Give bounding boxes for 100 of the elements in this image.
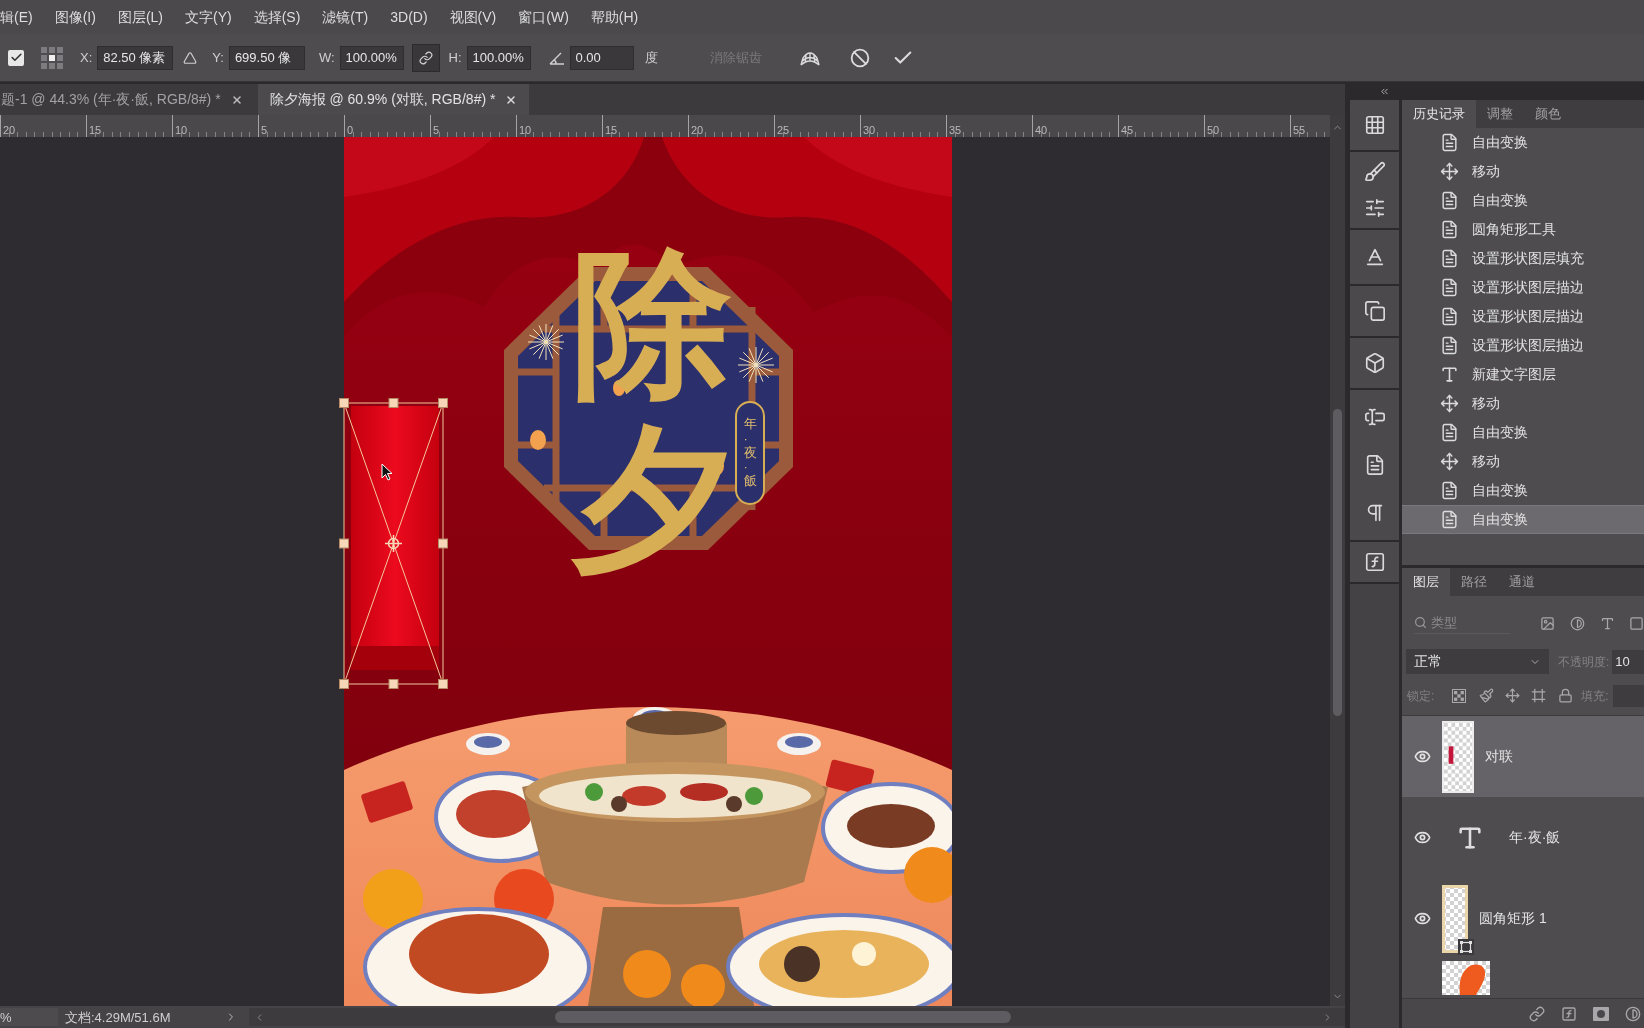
history-step[interactable]: 设置形状图层描边 [1402,331,1644,360]
layer-row[interactable]: 对联 [1402,716,1644,797]
transform-handle[interactable] [339,398,349,408]
lock-artboard-icon[interactable] [1531,688,1547,703]
lock-move-icon[interactable] [1505,688,1521,703]
image-filter-icon[interactable] [1540,615,1555,631]
brush-icon[interactable] [1363,161,1386,183]
input-field[interactable]: 100.00% [339,45,404,70]
function-icon[interactable] [1561,1005,1577,1022]
document-icon [1440,220,1459,239]
poster-subtitle: 年·夜·飯 [735,401,765,505]
reference-point-icon[interactable] [384,534,403,553]
transform-handle[interactable] [438,398,448,408]
menu-item[interactable]: 帮助(H) [590,10,639,24]
zoom-field[interactable]: % [0,1008,58,1026]
panel-tab[interactable]: 调整 [1476,100,1524,128]
blend-mode-dropdown[interactable]: 正常 [1406,649,1549,674]
menu-item[interactable]: 视图(V) [449,10,497,24]
eye-icon[interactable] [1413,910,1431,927]
menu-item[interactable]: 图层(L) [117,10,163,24]
lock-brush-icon[interactable] [1479,688,1495,703]
horizontal-scrollbar[interactable] [248,1008,1345,1026]
menu-item[interactable]: 文字(Y) [185,10,232,24]
eye-icon[interactable] [1413,748,1431,765]
input-field[interactable]: 699.50 像 [228,45,305,70]
input-field[interactable]: 0.00 [569,45,634,70]
menu-item[interactable]: 窗口(W) [518,10,569,24]
transform-handle[interactable] [438,538,448,549]
history-step[interactable]: 自由变换 [1402,418,1644,447]
ruler-number: 15 [89,124,102,136]
menu-item[interactable]: 选择(S) [253,10,301,24]
contrast-icon[interactable] [1625,1005,1641,1022]
scrollbar-thumb[interactable] [1333,409,1342,716]
scrollbar-thumb[interactable] [554,1011,1011,1023]
panel-tab[interactable]: 图层 [1402,568,1450,596]
panel-tab[interactable]: 历史记录 [1402,100,1476,128]
link-icon[interactable] [1529,1005,1545,1022]
shape-filter-icon[interactable] [1629,615,1644,631]
search-icon [1414,616,1427,629]
type-filter-icon[interactable] [1600,615,1615,631]
history-step[interactable]: 设置形状图层填充 [1402,244,1644,273]
layer-row[interactable]: 圆角矩形 1 [1402,878,1644,959]
transform-handle[interactable] [388,398,399,408]
reference-point-checkbox[interactable] [8,49,24,66]
ruler-number: 5 [433,124,440,136]
ruler-number: 50 [1207,124,1220,136]
history-step[interactable]: 自由变换 [1402,476,1644,505]
history-step[interactable]: 设置形状图层描边 [1402,273,1644,302]
lock-icon[interactable] [1558,688,1574,703]
document-tab[interactable]: 除夕海报 @ 60.9% (对联, RGB/8#) * [257,84,530,115]
history-step[interactable]: 设置形状图层描边 [1402,302,1644,331]
lock-transparency-icon[interactable] [1452,688,1467,703]
panel-tab[interactable]: 颜色 [1524,100,1572,128]
scroll-right-icon[interactable] [1322,1011,1333,1023]
cancel-icon[interactable] [849,47,870,68]
document-tab[interactable]: 题-1 @ 44.3% (年·夜·飯, RGB/8#) * [0,84,255,115]
close-icon[interactable] [230,93,243,106]
cube-icon[interactable] [1363,352,1386,374]
history-step[interactable]: 新建文字图层 [1402,360,1644,389]
ruler-number: 25 [777,124,790,136]
menu-item[interactable]: 辑(E) [0,10,33,24]
menu-item[interactable]: 3D(D) [390,10,428,24]
history-step[interactable]: 移动 [1402,389,1644,418]
vertical-scrollbar[interactable] [1330,115,1345,1006]
ruler-number: 45 [1121,124,1134,136]
history-step[interactable]: 移动 [1402,157,1644,186]
contrast-filter-icon[interactable] [1570,615,1585,631]
history-step[interactable]: 圆角矩形工具 [1402,215,1644,244]
history-step[interactable]: 自由变换 [1402,186,1644,215]
mask-icon[interactable] [1593,1006,1609,1021]
panel-tab[interactable]: 通道 [1498,568,1546,596]
link-proportions-button[interactable] [411,43,440,72]
angle-icon [548,50,565,65]
opacity-field[interactable]: 10 [1612,649,1644,674]
history-step[interactable]: 移动 [1402,447,1644,476]
text-cursor-icon[interactable] [1363,406,1386,428]
transform-handle[interactable] [339,538,349,549]
menu-item[interactable]: 图像(I) [54,10,96,24]
sliders-icon[interactable] [1363,197,1386,219]
layer-thumbnail [1442,884,1468,953]
eye-icon[interactable] [1413,829,1431,846]
history-step[interactable]: 自由变换 [1402,505,1644,534]
panel-tab[interactable]: 路径 [1450,568,1498,596]
transform-handle[interactable] [339,679,349,689]
close-icon[interactable] [505,93,518,106]
input-field[interactable]: 100.00% [466,45,531,70]
menu-item[interactable]: 滤镜(T) [322,10,369,24]
ruler-number: 20 [3,124,16,136]
transform-handle[interactable] [438,679,448,689]
layer-row[interactable]: 年·夜·飯 [1402,797,1644,878]
stacked-squares-icon[interactable] [1363,300,1386,322]
function-icon[interactable] [1363,551,1386,573]
ruler-number: 10 [519,124,532,136]
transform-handle[interactable] [388,679,399,689]
history-step[interactable]: 自由变换 [1402,128,1644,157]
reference-point-grid-icon[interactable] [40,45,64,70]
document-icon [1440,307,1459,326]
field-label: H: [448,48,462,67]
grid-icon[interactable] [1363,114,1386,136]
input-field[interactable]: 82.50 像素 [97,45,174,70]
